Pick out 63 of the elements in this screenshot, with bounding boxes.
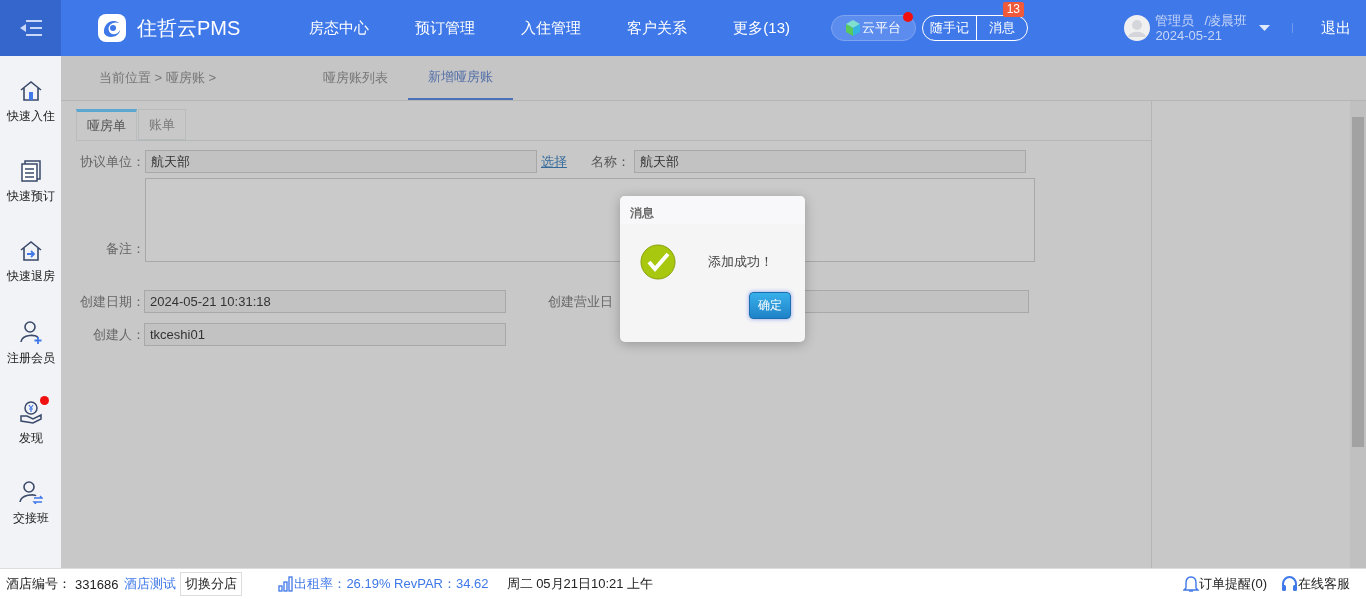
menu-button[interactable] [0, 0, 61, 56]
caret-icon[interactable] [1259, 25, 1270, 31]
page-tab[interactable]: 新增哑房账 [408, 56, 513, 100]
cube-icon [846, 20, 861, 36]
dialog-title: 消息 [620, 196, 805, 224]
business-date: 2024-05-21 [1155, 28, 1223, 43]
sidebar-item[interactable]: 发现 [0, 400, 61, 480]
ok-button[interactable]: 确定 [749, 292, 791, 319]
message-count-badge: 13 [1002, 2, 1025, 17]
switch-branch-button[interactable]: 切换分店 [180, 572, 243, 596]
creator-field[interactable]: tkceshi01 [144, 323, 506, 346]
hotel-number: 331686 [75, 576, 119, 592]
notes-button[interactable]: 随手记 [923, 16, 977, 40]
hotel-name-link[interactable]: 酒店测试 [124, 575, 177, 593]
house-icon [18, 80, 43, 102]
datetime: 周二 05月21日10:21 上午 [506, 575, 654, 593]
form-tab[interactable]: 账单 [138, 109, 186, 140]
menu-icon [19, 19, 42, 37]
select-link[interactable]: 选择 [541, 152, 591, 171]
user-add-icon [18, 320, 43, 344]
sidebar-item[interactable]: 注册会员 [0, 320, 61, 400]
occupancy-stats: 出租率：26.19% RevPAR：34.62 [294, 575, 489, 593]
sidebar-item[interactable]: 快速退房 [0, 240, 61, 320]
shift-name: /凌晨班 [1204, 13, 1247, 28]
logo-icon [97, 13, 127, 43]
agreement-unit-field[interactable]: 航天部 [145, 150, 537, 173]
logout-link[interactable]: 退出 [1321, 18, 1351, 38]
field-label: 创建营业日 [548, 292, 614, 311]
sidebar-item[interactable]: 快速预订 [0, 160, 61, 240]
field-label: 创建日期： [79, 292, 145, 311]
breadcrumb: 当前位置 > 哑房账 > [99, 69, 218, 87]
app-logo: 住哲云PMS [137, 15, 241, 41]
user-swap-icon [18, 480, 43, 504]
scrollbar[interactable] [1350, 101, 1366, 568]
check-icon [640, 244, 676, 280]
field-label: 创建人： [92, 325, 145, 344]
page-tab[interactable]: 哑房账列表 [303, 56, 408, 100]
cloud-platform-button[interactable]: 云平台 [831, 15, 917, 41]
nav-item[interactable]: 更多(13) [733, 18, 791, 38]
name-field[interactable]: 航天部 [634, 150, 1026, 173]
form-tab[interactable]: 哑房单 [76, 109, 137, 141]
bar-chart-icon [278, 576, 295, 592]
list-icon [19, 160, 42, 182]
house-arrow-icon [18, 240, 43, 262]
user-name: 管理员 [1155, 13, 1195, 28]
field-label: 协议单位： [79, 152, 145, 171]
sidebar-item[interactable]: 交接班 [0, 480, 61, 560]
hotel-number-label: 酒店编号： [6, 575, 71, 593]
coin-hand-icon [18, 400, 43, 424]
avatar-icon [1124, 15, 1151, 41]
dialog-message: 添加成功！ [708, 253, 773, 271]
nav-item[interactable]: 房态中心 [309, 18, 378, 38]
online-service-link[interactable]: 在线客服 [1298, 575, 1350, 593]
sidebar-item[interactable]: 快速入住 [0, 80, 61, 160]
field-label: 名称： [591, 152, 631, 171]
headset-icon [1281, 575, 1298, 593]
order-alert-link[interactable]: 订单提醒(0) [1199, 575, 1267, 593]
field-label: 备注： [105, 240, 145, 258]
created-date-field[interactable]: 2024-05-21 10:31:18 [144, 290, 506, 313]
bell-icon [1183, 575, 1200, 593]
nav-item[interactable]: 客户关系 [627, 18, 696, 38]
nav-item[interactable]: 预订管理 [415, 18, 484, 38]
nav-item[interactable]: 入住管理 [521, 18, 590, 38]
